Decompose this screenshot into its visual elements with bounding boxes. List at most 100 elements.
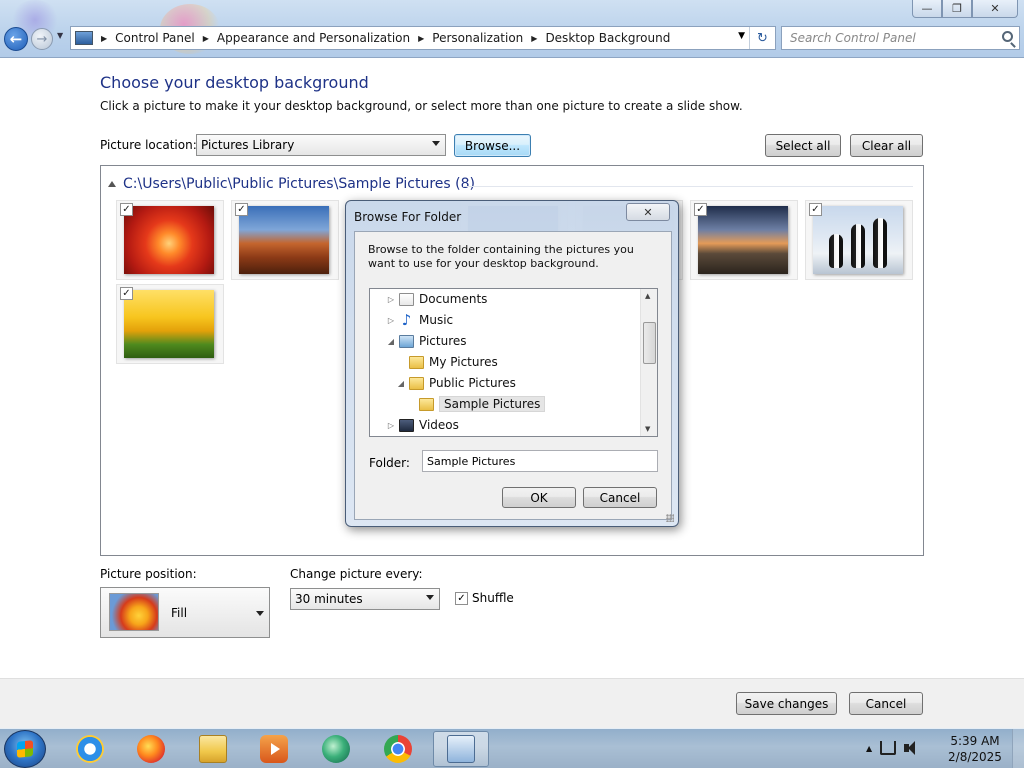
shuffle-option[interactable]: ✓ Shuffle xyxy=(455,591,514,605)
taskbar-control-panel[interactable] xyxy=(433,731,489,767)
flower-image xyxy=(124,206,214,274)
shuffle-checkbox[interactable]: ✓ xyxy=(455,591,468,605)
gallery-group-title: C:\Users\Public\Public Pictures\Sample P… xyxy=(123,176,475,192)
thumbnail-tulips[interactable]: ✓ xyxy=(116,284,224,364)
page-title: Choose your desktop background xyxy=(100,73,369,92)
chevron-right-icon[interactable]: ▶ xyxy=(531,34,537,43)
tree-item-label: Public Pictures xyxy=(429,376,516,390)
dialog-body: Browse to the folder containing the pict… xyxy=(354,231,672,520)
breadcrumb-desktop-background[interactable]: Desktop Background xyxy=(545,31,670,45)
browse-button[interactable]: Browse... xyxy=(454,134,531,157)
thumbnail-checkbox[interactable]: ✓ xyxy=(120,287,133,300)
picture-location-value: Pictures Library xyxy=(201,138,295,152)
chrome-icon xyxy=(384,735,412,763)
expand-arrow-icon[interactable]: ▷ xyxy=(386,421,396,430)
refresh-button[interactable]: ↻ xyxy=(749,27,775,49)
taskbar-internet-explorer[interactable] xyxy=(64,731,116,767)
dialog-cancel-button[interactable]: Cancel xyxy=(583,487,657,508)
show-desktop-button[interactable] xyxy=(1012,729,1024,768)
chevron-down-icon xyxy=(432,141,440,146)
chevron-right-icon[interactable]: ▶ xyxy=(203,34,209,43)
address-dropdown-icon[interactable]: ▼ xyxy=(738,31,745,41)
tree-item-pictures[interactable]: ◢ Pictures xyxy=(386,331,467,351)
taskbar-chrome[interactable] xyxy=(372,731,424,767)
thumbnail-checkbox[interactable]: ✓ xyxy=(120,203,133,216)
change-interval-dropdown[interactable]: 30 minutes xyxy=(290,588,440,610)
collapse-arrow-icon[interactable]: ◢ xyxy=(386,337,396,346)
resize-grip-icon[interactable] xyxy=(666,514,674,522)
volume-icon[interactable] xyxy=(904,741,920,755)
forward-button[interactable]: → xyxy=(31,28,53,50)
thumbnail-lighthouse[interactable]: ✓ xyxy=(690,200,798,280)
gallery-group-header[interactable]: C:\Users\Public\Public Pictures\Sample P… xyxy=(108,176,475,192)
minimize-button[interactable]: — xyxy=(912,0,942,18)
thumbnail-checkbox[interactable]: ✓ xyxy=(235,203,248,216)
penguin-shape xyxy=(829,234,843,268)
cancel-button[interactable]: Cancel xyxy=(849,692,923,715)
chevron-right-icon[interactable]: ▶ xyxy=(418,34,424,43)
collapse-arrow-icon[interactable]: ◢ xyxy=(396,379,406,388)
address-bar[interactable]: ▶ Control Panel ▶ Appearance and Persona… xyxy=(70,26,776,50)
search-box[interactable]: Search Control Panel xyxy=(781,26,1020,50)
close-button[interactable]: ✕ xyxy=(972,0,1018,18)
forward-arrow-icon: → xyxy=(36,31,48,47)
start-button[interactable] xyxy=(4,730,46,768)
show-hidden-icons-button[interactable]: ▲ xyxy=(866,744,872,753)
thumbnail-penguins[interactable]: ✓ xyxy=(805,200,913,280)
breadcrumb-appearance[interactable]: Appearance and Personalization xyxy=(217,31,410,45)
browse-folder-dialog[interactable]: Browse For Folder ✕ Browse to the folder… xyxy=(345,200,679,527)
folder-icon xyxy=(409,376,424,390)
network-icon[interactable] xyxy=(880,741,897,755)
tree-item-videos[interactable]: ▷ Videos xyxy=(386,415,459,435)
scroll-up-icon[interactable]: ▲ xyxy=(645,292,650,300)
picture-position-dropdown[interactable]: Fill xyxy=(100,587,270,638)
folder-tree[interactable]: ▷ Documents ▷ ♪ Music ◢ Pictures My Pict… xyxy=(369,288,658,437)
folder-label: Folder: xyxy=(369,456,410,470)
tree-item-label: Music xyxy=(419,313,454,327)
close-icon: ✕ xyxy=(643,205,653,219)
control-panel-icon xyxy=(447,735,475,763)
search-icon[interactable] xyxy=(1002,31,1013,42)
tree-item-my-pictures[interactable]: My Pictures xyxy=(396,352,498,372)
save-changes-button[interactable]: Save changes xyxy=(736,692,837,715)
title-bar: — ❐ ✕ ← → ▼ ▶ Control Panel ▶ Appearance… xyxy=(0,0,1024,58)
expand-arrow-icon[interactable]: ▷ xyxy=(386,295,396,304)
taskbar-media-player[interactable] xyxy=(248,731,300,767)
thumbnail-checkbox[interactable]: ✓ xyxy=(809,203,822,216)
maximize-button[interactable]: ❐ xyxy=(942,0,972,18)
refresh-icon: ↻ xyxy=(757,30,768,46)
tree-item-public-pictures[interactable]: ◢ Public Pictures xyxy=(396,373,516,393)
picture-location-dropdown[interactable]: Pictures Library xyxy=(196,134,446,156)
dialog-ok-button[interactable]: OK xyxy=(502,487,576,508)
taskbar-file-explorer[interactable] xyxy=(187,731,239,767)
scroll-down-icon[interactable]: ▼ xyxy=(645,425,650,433)
thumbnail-desert[interactable]: ✓ xyxy=(231,200,339,280)
breadcrumb-control-panel[interactable]: Control Panel xyxy=(115,31,195,45)
tree-item-music[interactable]: ▷ ♪ Music xyxy=(386,310,453,330)
recent-pages-dropdown[interactable]: ▼ xyxy=(57,31,63,40)
dialog-close-button[interactable]: ✕ xyxy=(626,203,670,221)
thumbnail-flower[interactable]: ✓ xyxy=(116,200,224,280)
tree-item-documents[interactable]: ▷ Documents xyxy=(386,289,488,309)
thumbnail-checkbox[interactable]: ✓ xyxy=(694,203,707,216)
folder-name-input[interactable]: Sample Pictures xyxy=(422,450,658,472)
taskbar-firefox[interactable] xyxy=(125,731,177,767)
tree-item-sample-pictures[interactable]: Sample Pictures xyxy=(406,394,546,414)
taskbar-mailbird[interactable] xyxy=(310,731,362,767)
clear-all-button[interactable]: Clear all xyxy=(850,134,923,157)
system-clock[interactable]: 5:39 AM 2/8/2025 xyxy=(945,733,1005,765)
penguin-shape xyxy=(851,224,865,268)
scrollbar-thumb[interactable] xyxy=(643,322,656,364)
mailbird-icon xyxy=(322,735,350,763)
collapse-arrow-icon[interactable] xyxy=(108,181,116,187)
picture-position-label: Picture position: xyxy=(100,567,197,581)
window-controls: — ❐ ✕ xyxy=(912,0,1018,18)
tree-scrollbar[interactable]: ▲ ▼ xyxy=(640,289,657,436)
back-button[interactable]: ← xyxy=(4,27,28,51)
expand-arrow-icon[interactable]: ▷ xyxy=(386,316,396,325)
chevron-right-icon[interactable]: ▶ xyxy=(101,34,107,43)
select-all-button[interactable]: Select all xyxy=(765,134,841,157)
group-divider xyxy=(463,186,913,187)
search-input[interactable]: Search Control Panel xyxy=(790,31,916,45)
breadcrumb-personalization[interactable]: Personalization xyxy=(432,31,523,45)
